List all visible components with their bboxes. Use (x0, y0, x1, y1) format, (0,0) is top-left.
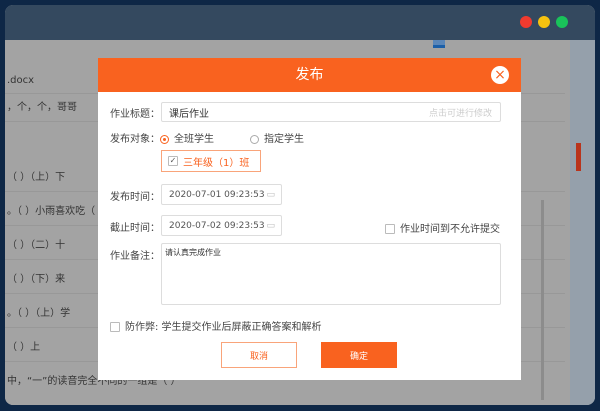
maximize-window-button[interactable] (556, 16, 568, 28)
title-input[interactable]: 课后作业 点击可进行修改 (161, 102, 501, 122)
right-panel (570, 40, 595, 405)
dialog-title: 发布 (295, 67, 324, 83)
calendar-icon[interactable]: ▭ (266, 190, 275, 200)
dialog-header: 发布 × (98, 58, 521, 92)
close-icon[interactable]: × (491, 66, 509, 84)
confirm-button[interactable]: 确定 (321, 342, 397, 368)
radio-label: 全班学生 (174, 134, 214, 145)
close-window-button[interactable] (520, 16, 532, 28)
title-value: 课后作业 (169, 108, 209, 120)
title-bar (5, 5, 595, 40)
download-icon[interactable] (433, 40, 445, 48)
calendar-icon[interactable]: ▭ (266, 221, 275, 231)
publish-time-label: 发布时间： (110, 192, 160, 203)
note-label: 作业备注： (110, 251, 160, 262)
publish-dialog: 发布 × 作业标题： 课后作业 点击可进行修改 发布对象： 全班学生 指定学生 … (98, 58, 521, 380)
no-late-submit-checkbox[interactable]: 作业时间到不允许提交 (385, 220, 500, 235)
note-textarea[interactable]: 请认真完成作业 (161, 243, 501, 305)
checkbox-checked-icon: ✓ (168, 156, 178, 166)
class-name: 三年级（1）班 (183, 157, 250, 169)
title-label: 作业标题： (110, 109, 160, 120)
deadline-value: 2020-07-02 09:23:53 (169, 220, 265, 231)
anti-cheat-checkbox[interactable]: 防作弊: 学生提交作业后屏蔽正确答案和解析 (110, 318, 322, 333)
minimize-window-button[interactable] (538, 16, 550, 28)
target-label: 发布对象： (110, 134, 160, 145)
title-hint: 点击可进行修改 (428, 108, 492, 119)
deadline-label: 截止时间： (110, 223, 160, 234)
radio-unchecked-icon (250, 134, 259, 144)
no-late-label: 作业时间到不允许提交 (400, 224, 500, 235)
publish-time-input[interactable]: 2020-07-01 09:23:53 ▭ (161, 184, 282, 205)
radio-label: 指定学生 (264, 134, 304, 145)
deadline-input[interactable]: 2020-07-02 09:23:53 ▭ (161, 215, 282, 236)
checkbox-icon (110, 322, 120, 332)
cancel-button[interactable]: 取消 (221, 342, 297, 368)
checkbox-icon (385, 224, 395, 234)
publish-time-value: 2020-07-01 09:23:53 (169, 189, 265, 200)
radio-checked-icon (160, 134, 169, 144)
class-chip[interactable]: ✓ 三年级（1）班 (161, 150, 261, 172)
radio-specific-students[interactable]: 指定学生 (250, 130, 304, 145)
scrollbar[interactable] (541, 200, 544, 400)
radio-all-students[interactable]: 全班学生 (160, 130, 214, 145)
scroll-marker[interactable] (576, 143, 581, 171)
anti-cheat-label: 防作弊: 学生提交作业后屏蔽正确答案和解析 (125, 322, 322, 333)
